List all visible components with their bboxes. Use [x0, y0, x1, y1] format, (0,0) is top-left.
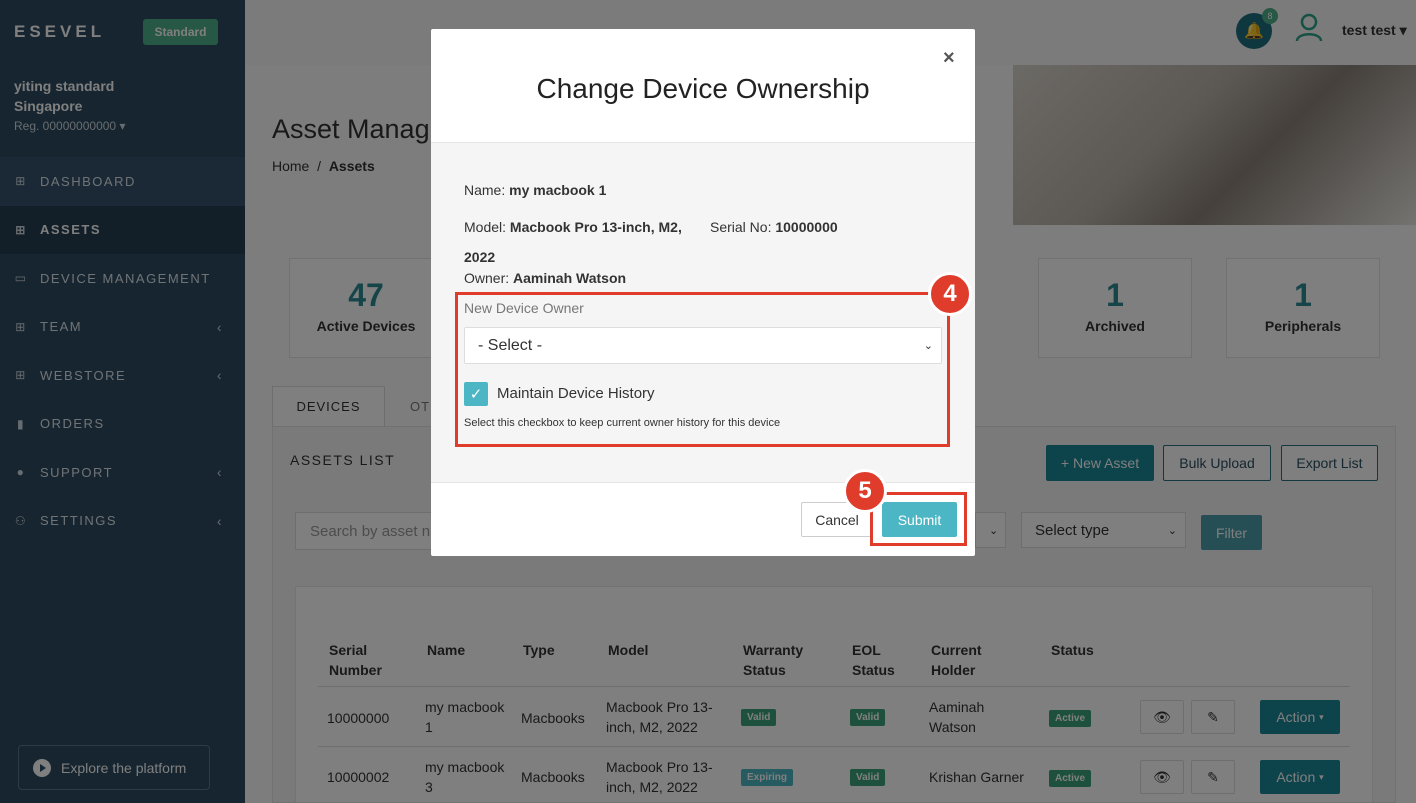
- owner-value: Aaminah Watson: [513, 270, 627, 286]
- serial-label: Serial No:: [710, 219, 772, 235]
- modal-title: Change Device Ownership: [536, 73, 870, 104]
- name-label: Name:: [464, 182, 506, 198]
- callout-box-owner-section: [455, 292, 950, 447]
- model-label: Model:: [464, 219, 507, 235]
- owner-row: Owner: Aaminah Watson: [464, 270, 626, 286]
- device-name-row: Name: my macbook 1: [464, 182, 606, 198]
- callout-number-4: 4: [928, 272, 972, 316]
- modal-header: Change Device Ownership ×: [431, 29, 975, 143]
- serial-value: 10000000: [775, 219, 838, 235]
- serial-row: Serial No: 10000000: [710, 219, 838, 235]
- model-value: Macbook Pro 13-inch, M2,: [509, 219, 682, 235]
- name-value: my macbook 1: [509, 182, 607, 198]
- close-icon[interactable]: ×: [943, 47, 955, 70]
- device-model-row: Model: Macbook Pro 13-inch, M2,: [464, 219, 682, 235]
- owner-label: Owner:: [464, 270, 510, 286]
- model-value-cont: 2022: [464, 249, 496, 265]
- device-model-row-cont: 2022: [464, 249, 495, 265]
- callout-number-5: 5: [843, 469, 887, 513]
